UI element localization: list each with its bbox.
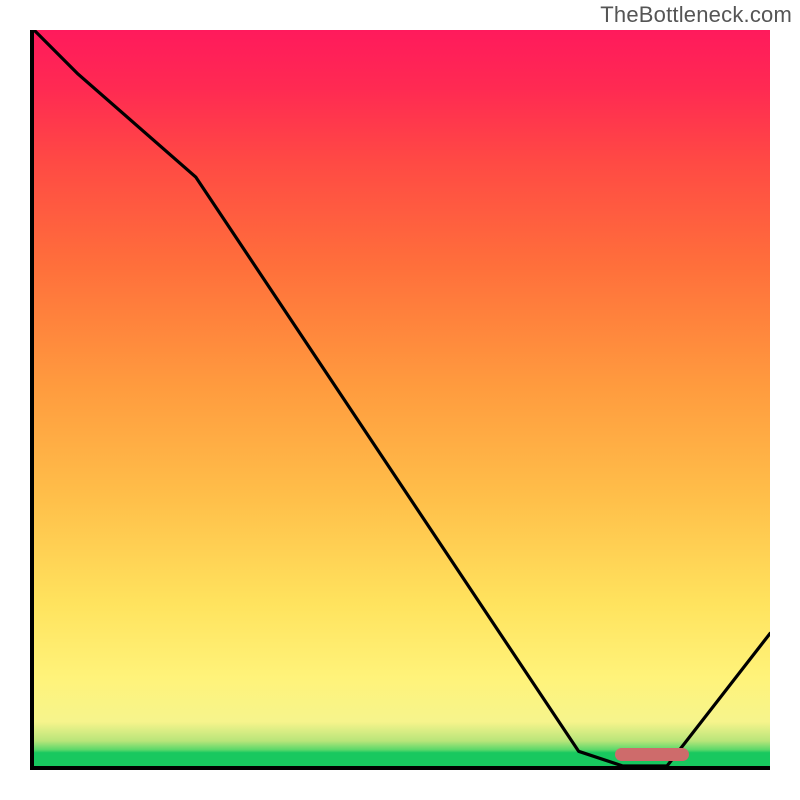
bottleneck-curve	[34, 30, 770, 766]
chart-stage: TheBottleneck.com	[0, 0, 800, 800]
watermark-text: TheBottleneck.com	[600, 2, 792, 28]
optimal-range-marker	[615, 748, 689, 761]
curve-layer	[34, 30, 770, 766]
x-axis	[30, 766, 770, 770]
plot-area	[34, 30, 770, 766]
